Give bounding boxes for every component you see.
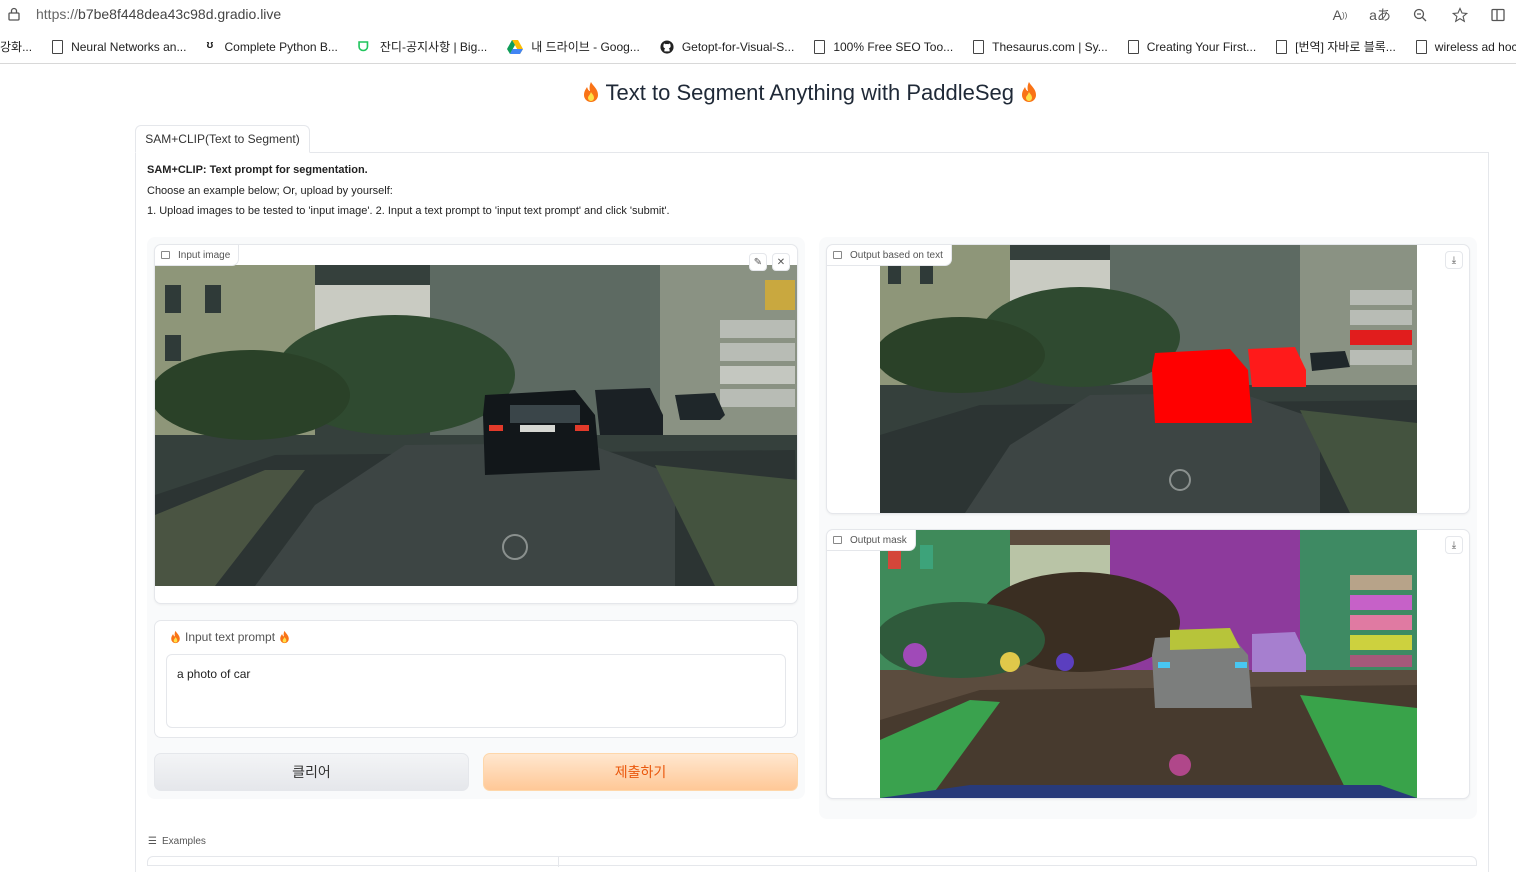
- fire-icon: [1022, 82, 1037, 102]
- jandi-icon: ᗜ: [357, 38, 369, 54]
- street-scene-image: [155, 265, 797, 586]
- fire-icon: [583, 82, 598, 102]
- prompt-input[interactable]: a photo of car: [166, 654, 786, 728]
- bookmark-item[interactable]: Neural Networks an...: [42, 30, 196, 63]
- description-line: 1. Upload images to be tested to 'input …: [147, 205, 670, 217]
- bookmark-item[interactable]: 강화...: [0, 30, 42, 63]
- bookmark-item[interactable]: ᗜ 잔디-공지사항 | Big...: [348, 30, 497, 63]
- list-icon: ☰: [148, 836, 157, 847]
- zoom-icon[interactable]: [1400, 4, 1440, 26]
- mask-output-image: [880, 530, 1417, 798]
- bookmark-item[interactable]: wireless ad hoc: [1406, 30, 1516, 63]
- input-image-panel[interactable]: Input image ✎ ✕: [154, 244, 798, 604]
- udemy-icon: ʊ: [206, 38, 214, 51]
- examples-table[interactable]: [147, 856, 1477, 867]
- page-title: Text to Segment Anything with PaddleSeg: [0, 80, 1516, 106]
- image-icon: [833, 536, 842, 544]
- fire-icon: [171, 630, 180, 644]
- address-bar[interactable]: https://b7be8f448dea43c98d.gradio.live A…: [0, 0, 1516, 30]
- bookmark-item[interactable]: Getopt-for-Visual-S...: [650, 30, 805, 63]
- examples-label: ☰ Examples: [148, 836, 206, 847]
- bookmark-item[interactable]: Creating Your First...: [1118, 30, 1266, 63]
- clear-button[interactable]: 클리어: [154, 753, 469, 791]
- edit-icon[interactable]: ✎: [749, 253, 767, 271]
- translate-icon[interactable]: aあ: [1360, 4, 1400, 26]
- download-icon[interactable]: ⤓: [1445, 536, 1463, 554]
- document-icon: [1415, 39, 1427, 54]
- description-line: Choose an example below; Or, upload by y…: [147, 185, 393, 197]
- document-icon: [52, 39, 64, 54]
- segmented-output-image: [880, 245, 1417, 513]
- submit-button[interactable]: 제출하기: [483, 753, 798, 791]
- read-aloud-icon[interactable]: A)): [1320, 4, 1360, 26]
- lock-icon: [8, 7, 20, 21]
- url-text[interactable]: https://b7be8f448dea43c98d.gradio.live: [36, 6, 281, 22]
- image-icon: [161, 251, 170, 259]
- bookmark-item[interactable]: ʊ Complete Python B...: [196, 30, 347, 63]
- bookmark-item[interactable]: [번역] 자바로 블록...: [1266, 30, 1406, 63]
- bookmarks-bar: 강화... Neural Networks an... ʊ Complete Py…: [0, 30, 1516, 64]
- document-icon: [814, 39, 826, 54]
- output-mask-panel: Output mask ⤓: [826, 529, 1470, 799]
- bookmark-item[interactable]: 내 드라이브 - Goog...: [497, 30, 650, 63]
- document-icon: [1276, 39, 1288, 54]
- document-icon: [1127, 39, 1139, 54]
- output-text-panel: Output based on text ⤓: [826, 244, 1470, 514]
- description-title: SAM+CLIP: Text prompt for segmentation.: [147, 164, 368, 176]
- document-icon: [973, 39, 985, 54]
- bookmark-item[interactable]: 100% Free SEO Too...: [804, 30, 963, 63]
- prompt-label: Input text prompt: [166, 630, 294, 644]
- output-text-label: Output based on text: [827, 245, 952, 266]
- download-icon[interactable]: ⤓: [1445, 251, 1463, 269]
- favorite-star-icon[interactable]: [1440, 4, 1480, 26]
- image-icon: [833, 251, 842, 259]
- github-icon: [660, 39, 674, 54]
- split-screen-icon[interactable]: [1480, 4, 1516, 26]
- close-icon[interactable]: ✕: [772, 253, 790, 271]
- tab-sam-clip[interactable]: SAM+CLIP(Text to Segment): [135, 125, 310, 153]
- output-mask-label: Output mask: [827, 530, 916, 551]
- input-image-label: Input image: [155, 245, 240, 266]
- fire-icon: [280, 630, 289, 644]
- bookmark-item[interactable]: Thesaurus.com | Sy...: [963, 30, 1118, 63]
- google-drive-icon: [507, 39, 524, 54]
